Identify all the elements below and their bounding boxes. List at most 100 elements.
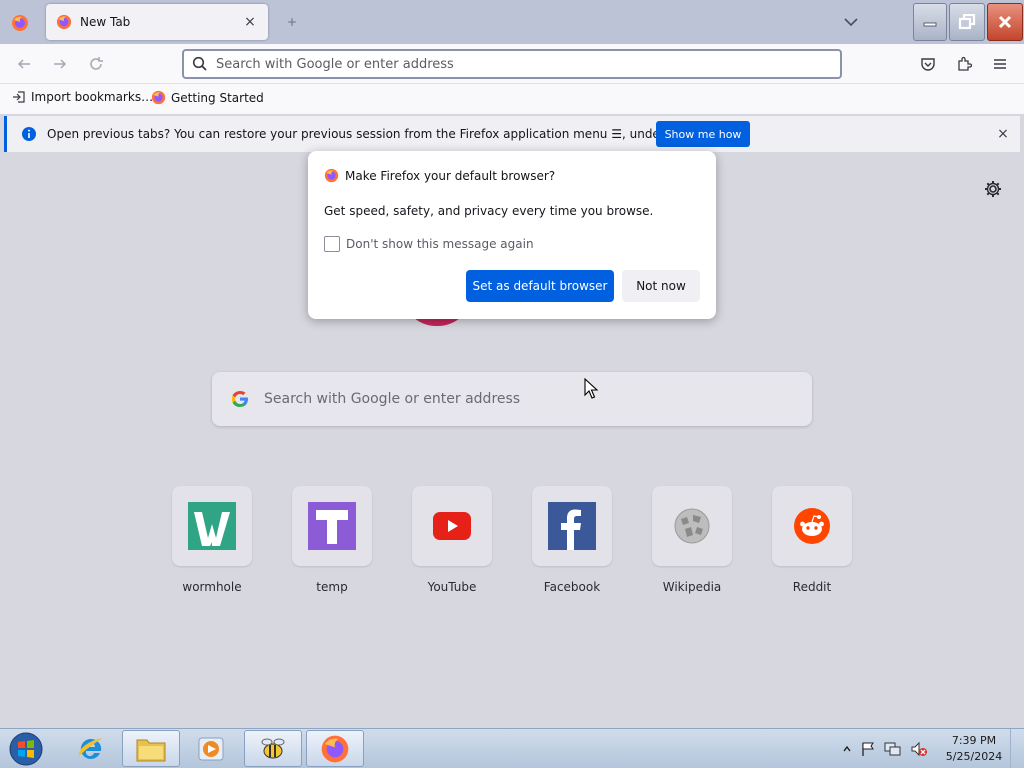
- shortcut-wormhole[interactable]: wormhole: [172, 486, 252, 594]
- app-menu-button[interactable]: [990, 54, 1010, 74]
- action-center-flag-icon[interactable]: [860, 741, 876, 757]
- navigation-toolbar: [0, 44, 1024, 84]
- notification-close-icon[interactable]: ×: [993, 124, 1013, 144]
- back-button[interactable]: [14, 54, 34, 74]
- network-icon[interactable]: [884, 741, 902, 757]
- address-input[interactable]: [216, 56, 816, 72]
- info-icon: [22, 127, 36, 141]
- wormhole-icon: [188, 502, 236, 550]
- shortcut-tile: [772, 486, 852, 566]
- dont-show-again-label: Don't show this message again: [346, 237, 534, 251]
- chevron-down-icon: [844, 18, 858, 27]
- content-search-box[interactable]: Search with Google or enter address: [212, 372, 812, 426]
- close-icon: [998, 15, 1012, 29]
- content-search-placeholder: Search with Google or enter address: [264, 391, 521, 407]
- firefox-icon: [321, 735, 349, 762]
- show-hidden-icons-chevron-icon[interactable]: [842, 744, 852, 754]
- dialog-body: Get speed, safety, and privacy every tim…: [324, 204, 654, 218]
- shortcut-label: Reddit: [792, 580, 832, 594]
- personalize-button[interactable]: [982, 178, 1004, 200]
- windows-taskbar: 7:39 PM 5/25/2024: [0, 728, 1024, 768]
- taskbar-app-bee[interactable]: [244, 730, 302, 767]
- forward-arrow-icon: [54, 59, 67, 69]
- system-tray: [842, 739, 928, 759]
- shortcut-tile: [172, 486, 252, 566]
- mouse-cursor-icon: [584, 378, 598, 399]
- media-player-icon: [198, 737, 224, 760]
- taskbar-firefox[interactable]: [306, 730, 364, 767]
- show-desktop-button[interactable]: [1010, 729, 1024, 768]
- gear-icon: [985, 181, 1001, 197]
- firefox-icon: [324, 168, 339, 183]
- bookmark-label: Getting Started: [171, 90, 264, 105]
- google-icon: [232, 391, 248, 407]
- dont-show-again-checkbox[interactable]: [324, 236, 340, 252]
- windows-start-orb-icon: [9, 732, 43, 766]
- dialog-title: Make Firefox your default browser?: [345, 168, 556, 183]
- forward-button[interactable]: [50, 54, 70, 74]
- wikipedia-icon: [674, 508, 710, 544]
- shortcut-tile: [652, 486, 732, 566]
- temp-icon: [308, 502, 356, 550]
- internet-explorer-icon: [78, 737, 103, 759]
- taskbar-internet-explorer[interactable]: [62, 730, 120, 767]
- firefox-icon: [12, 15, 28, 31]
- bookmark-label: Import bookmarks…: [31, 90, 154, 104]
- pocket-button[interactable]: [918, 54, 938, 74]
- shortcut-label: wormhole: [182, 580, 242, 594]
- import-icon: [13, 91, 25, 103]
- not-now-button[interactable]: Not now: [622, 270, 700, 302]
- clock-date: 5/25/2024: [945, 750, 1003, 763]
- shortcut-youtube[interactable]: YouTube: [412, 486, 492, 594]
- taskbar-clock[interactable]: 7:39 PM 5/25/2024: [944, 733, 1004, 765]
- volume-muted-icon[interactable]: [910, 741, 928, 757]
- shortcut-label: Wikipedia: [662, 580, 722, 594]
- bookmarks-toolbar: Import bookmarks… Getting Started: [0, 84, 1024, 114]
- shortcut-wikipedia[interactable]: Wikipedia: [652, 486, 732, 594]
- pocket-icon: [921, 58, 935, 71]
- reload-icon: [90, 57, 103, 70]
- tab-strip: New Tab × +: [0, 0, 1024, 44]
- close-window-button[interactable]: [987, 3, 1023, 41]
- firefox-icon: [56, 14, 72, 30]
- new-tab-button[interactable]: +: [282, 12, 302, 32]
- show-me-how-button[interactable]: Show me how: [656, 121, 750, 147]
- shortcut-temp[interactable]: temp: [292, 486, 372, 594]
- dialog-header: Make Firefox your default browser?: [324, 168, 555, 183]
- list-all-tabs-button[interactable]: [840, 12, 862, 32]
- shortcut-tile: [292, 486, 372, 566]
- taskbar-media-player[interactable]: [182, 730, 240, 767]
- shortcut-tile: [412, 486, 492, 566]
- notification-message: Open previous tabs? You can restore your…: [47, 127, 714, 141]
- dont-show-again-option[interactable]: Don't show this message again: [324, 236, 534, 252]
- firefox-view-button[interactable]: [0, 6, 40, 40]
- shortcut-label: YouTube: [427, 580, 477, 594]
- restore-button[interactable]: [949, 3, 985, 41]
- set-default-browser-button[interactable]: Set as default browser: [466, 270, 614, 302]
- bookmark-import[interactable]: Import bookmarks…: [12, 90, 153, 104]
- extensions-button[interactable]: [954, 54, 974, 74]
- reddit-icon: [794, 508, 830, 544]
- minimize-icon: [923, 22, 937, 27]
- facebook-icon: [548, 502, 596, 550]
- minimize-button[interactable]: [913, 3, 947, 41]
- reload-button[interactable]: [86, 54, 106, 74]
- shortcut-reddit[interactable]: Reddit: [772, 486, 852, 594]
- address-bar[interactable]: [182, 49, 842, 79]
- restore-icon: [958, 14, 976, 30]
- tab-title: New Tab: [80, 15, 131, 29]
- folder-icon: [136, 739, 166, 761]
- bookmark-getting-started[interactable]: Getting Started: [151, 90, 264, 105]
- hamburger-menu-icon: [994, 59, 1006, 69]
- tab-close-icon[interactable]: ×: [242, 14, 258, 30]
- shortcut-facebook[interactable]: Facebook: [532, 486, 612, 594]
- taskbar-file-explorer[interactable]: [122, 730, 180, 767]
- youtube-icon: [433, 512, 471, 540]
- search-icon: [192, 56, 207, 71]
- start-button[interactable]: [6, 731, 46, 767]
- firefox-icon: [151, 90, 166, 105]
- tab-new-tab[interactable]: New Tab ×: [46, 4, 268, 40]
- shortcut-label: Facebook: [543, 580, 601, 594]
- bee-icon: [261, 738, 285, 758]
- clock-time: 7:39 PM: [951, 734, 997, 747]
